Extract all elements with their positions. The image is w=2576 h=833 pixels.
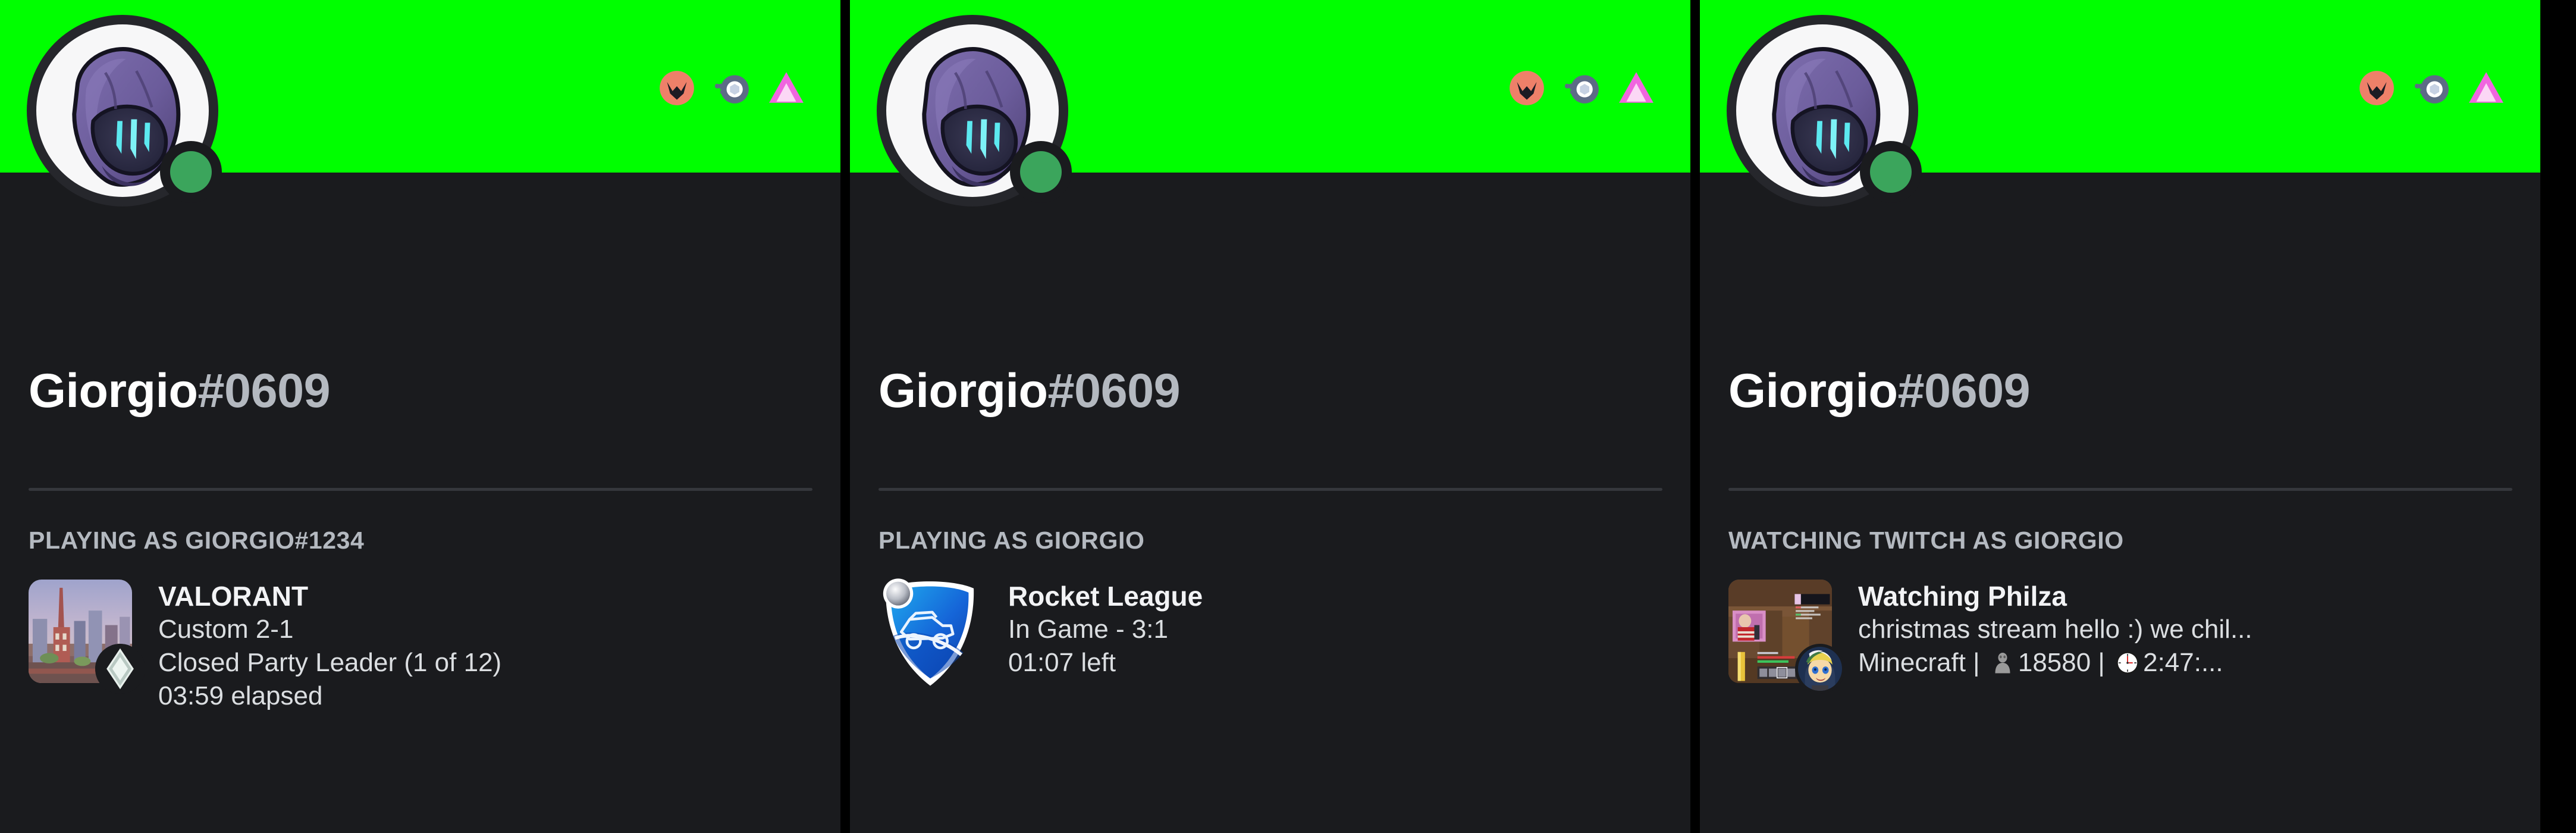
- activity-detail-2: Closed Party Leader (1 of 12): [158, 647, 502, 677]
- avatar[interactable]: [27, 15, 222, 206]
- discriminator-text: #0609: [197, 364, 331, 418]
- activity-art-wrap: [878, 578, 982, 686]
- user-profile-card-rocket-league[interactable]: Giorgio#0609 PLAYING AS GIORGIO Rocket L…: [850, 0, 1690, 833]
- badge-list: [657, 68, 806, 108]
- activity-title: Watching Philza: [1858, 581, 2067, 612]
- username-display: Giorgio#0609: [1728, 364, 2031, 418]
- viewer-icon: [1991, 651, 2015, 675]
- avatar[interactable]: [1727, 15, 1922, 206]
- discriminator-text: #0609: [1897, 364, 2031, 418]
- badge-list: [1507, 68, 1656, 108]
- active-developer-badge-icon[interactable]: [1507, 68, 1546, 108]
- streamer-avatar-image: [1798, 647, 1842, 691]
- active-developer-badge-icon[interactable]: [657, 68, 696, 108]
- activity-detail-1: christmas stream hello :) we chil...: [1858, 615, 2252, 644]
- rocket-league-shield-icon: [883, 578, 974, 686]
- activity-header: PLAYING AS GIORGIO: [878, 527, 1145, 554]
- hypesquad-comet-badge-icon[interactable]: [712, 68, 751, 108]
- activity-detail-2: 01:07 left: [1008, 647, 1116, 677]
- profile-card-body: [1700, 173, 2540, 833]
- hypesquad-comet-badge-icon[interactable]: [2412, 68, 2451, 108]
- badge-list: [2357, 68, 2506, 108]
- username-display: Giorgio#0609: [29, 364, 331, 418]
- username-text: Giorgio: [878, 364, 1048, 418]
- user-profile-card-valorant[interactable]: Giorgio#0609 PLAYING AS GIORGIO#1234 VAL…: [0, 0, 840, 833]
- nitro-triangle-badge-icon[interactable]: [2467, 68, 2506, 108]
- section-divider: [29, 488, 812, 491]
- stream-game-label: Minecraft: [1858, 647, 1966, 677]
- status-indicator-online: [1860, 141, 1922, 203]
- section-divider: [878, 488, 1662, 491]
- separator-pipe: |: [1965, 647, 1987, 677]
- status-indicator-online: [1010, 141, 1072, 203]
- user-profile-card-twitch[interactable]: Giorgio#0609 WATCHING TWITCH AS GIORGIO: [1700, 0, 2540, 833]
- valorant-rank-diamond-icon: [95, 644, 145, 694]
- username-display: Giorgio#0609: [878, 364, 1181, 418]
- viewer-count: 18580: [2017, 647, 2091, 677]
- section-divider: [1728, 488, 2512, 491]
- hypesquad-comet-badge-icon[interactable]: [1562, 68, 1601, 108]
- discriminator-text: #0609: [1047, 364, 1181, 418]
- separator-pipe-2: |: [2091, 647, 2113, 677]
- activity-detail-1: Custom 2-1: [158, 615, 294, 644]
- nitro-triangle-badge-icon[interactable]: [767, 68, 806, 108]
- profile-cards-row: Giorgio#0609 PLAYING AS GIORGIO#1234 VAL…: [0, 0, 2576, 833]
- nitro-triangle-badge-icon[interactable]: [1617, 68, 1656, 108]
- activity-section: WATCHING TWITCH AS GIORGIO Watching Phil…: [1728, 527, 2517, 694]
- activity-detail-3: 03:59 elapsed: [158, 681, 323, 710]
- activity-title: VALORANT: [158, 581, 309, 612]
- username-text: Giorgio: [1728, 364, 1898, 418]
- activity-header: WATCHING TWITCH AS GIORGIO: [1728, 527, 2124, 554]
- username-text: Giorgio: [29, 364, 198, 418]
- profile-card-body: [0, 173, 840, 833]
- profile-card-body: [850, 173, 1690, 833]
- clock-icon: [2116, 651, 2139, 675]
- active-developer-badge-icon[interactable]: [2357, 68, 2396, 108]
- activity-section: PLAYING AS GIORGIO#1234 VALORANT Custom …: [29, 527, 817, 713]
- activity-row: Watching Philza christmas stream hello :…: [1728, 580, 2517, 694]
- activity-text: Rocket League In Game - 3:1 01:07 left: [1008, 580, 1203, 679]
- activity-header: PLAYING AS GIORGIO#1234: [29, 527, 365, 554]
- activity-art-wrap: [1728, 580, 1845, 694]
- activity-row: Rocket League In Game - 3:1 01:07 left: [878, 578, 1667, 686]
- avatar[interactable]: [877, 15, 1072, 206]
- activity-detail-2: Minecraft | 18580 | 2:47:...: [1858, 646, 2252, 679]
- activity-text: Watching Philza christmas stream hello :…: [1858, 580, 2252, 679]
- streamer-avatar: [1795, 644, 1845, 694]
- activity-detail-1: In Game - 3:1: [1008, 615, 1169, 644]
- activity-text: VALORANT Custom 2-1 Closed Party Leader …: [158, 580, 501, 713]
- activity-art-wrap: [29, 580, 145, 694]
- rocket-league-logo: [878, 574, 982, 686]
- activity-section: PLAYING AS GIORGIO Rocket League In Game…: [878, 527, 1667, 686]
- valorant-rank-icon: [95, 644, 145, 694]
- activity-row: VALORANT Custom 2-1 Closed Party Leader …: [29, 580, 817, 713]
- stream-uptime: 2:47:...: [2143, 647, 2223, 677]
- status-indicator-online: [160, 141, 222, 203]
- activity-title: Rocket League: [1008, 581, 1203, 612]
